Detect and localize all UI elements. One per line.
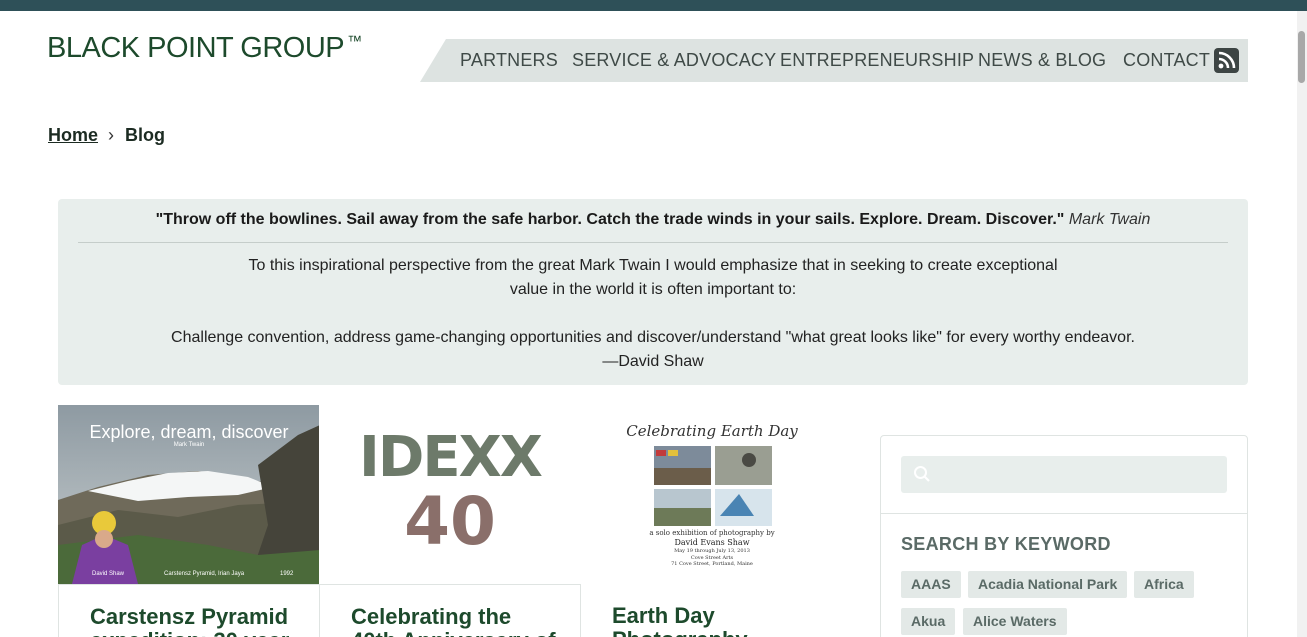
- breadcrumb-home-link[interactable]: Home: [48, 125, 98, 145]
- tag-aaas[interactable]: AAAS: [901, 571, 961, 598]
- quote-signature: —David Shaw: [602, 353, 704, 370]
- nav-service-advocacy[interactable]: SERVICE & ADVOCACY: [572, 50, 776, 71]
- sidebar: SEARCH BY KEYWORD AAAS Acadia National P…: [880, 435, 1248, 637]
- search-section: [881, 436, 1247, 514]
- breadcrumb-current: Blog: [125, 125, 166, 145]
- nav-partners[interactable]: PARTNERS: [460, 50, 558, 71]
- card-image-overlay-text: Explore, dream, discover: [89, 422, 289, 442]
- idexx-word: IDEXX: [359, 425, 543, 490]
- breadcrumb: Home › Blog: [48, 125, 165, 146]
- card-title[interactable]: Earth DayPhotography: [612, 604, 842, 637]
- scrollbar-thumb[interactable]: [1298, 31, 1305, 83]
- card-body: Earth DayPhotography: [581, 584, 843, 637]
- card-image-mountain[interactable]: Explore, dream, discover Mark Twain Davi…: [58, 405, 320, 584]
- tag-akua[interactable]: Akua: [901, 608, 956, 635]
- tag-acadia-national-park[interactable]: Acadia National Park: [968, 571, 1128, 598]
- card-image-earth-day[interactable]: Celebrating Earth Day a solo exhibition …: [581, 405, 843, 584]
- quote-box: "Throw off the bowlines. Sail away from …: [58, 199, 1248, 385]
- nav-entrepreneurship[interactable]: ENTREPRENEURSHIP: [780, 50, 974, 71]
- blog-card-earth-day[interactable]: Celebrating Earth Day a solo exhibition …: [581, 405, 843, 637]
- card-body: Carstensz Pyramidexpedition: 30 year: [58, 584, 320, 637]
- quote-line: "Throw off the bowlines. Sail away from …: [58, 211, 1248, 229]
- idexx-number: 40: [404, 483, 496, 560]
- breadcrumb-separator: ›: [108, 125, 115, 145]
- site-logo[interactable]: BLACK POINT GROUP ™: [47, 32, 362, 65]
- search-input[interactable]: [901, 456, 1227, 493]
- quote-paragraph-2: Challenge convention, address game-chang…: [171, 329, 1135, 346]
- quote-divider: [78, 242, 1228, 243]
- page-scrollbar[interactable]: [1297, 11, 1307, 637]
- card-title[interactable]: Carstensz Pyramidexpedition: 30 year: [90, 605, 320, 637]
- quote-paragraph-1a: To this inspirational perspective from t…: [248, 257, 1058, 274]
- card-image-caption-mid: Carstensz Pyramid, Irian Jaya: [164, 571, 245, 577]
- earth-day-poster-line1: a solo exhibition of photography by: [649, 529, 775, 537]
- rss-icon[interactable]: [1214, 48, 1239, 73]
- tag-alice-waters[interactable]: Alice Waters: [963, 608, 1067, 635]
- main-nav: PARTNERS SERVICE & ADVOCACY ENTREPRENEUR…: [420, 39, 1248, 82]
- quote-paragraph-1b: value in the world it is often important…: [509, 281, 797, 298]
- earth-day-poster-line2: David Evans Shaw: [674, 538, 750, 547]
- quote-text: "Throw off the bowlines. Sail away from …: [155, 211, 1065, 228]
- card-title[interactable]: Celebrating the40th Anniversary of: [351, 605, 581, 637]
- earth-day-poster-line3: May 19 through July 13, 2013: [674, 548, 750, 554]
- card-image-caption-right: 1992: [280, 571, 294, 577]
- card-body: Celebrating the40th Anniversary of: [319, 584, 581, 637]
- nav-news-blog[interactable]: NEWS & BLOG: [978, 50, 1106, 71]
- blog-card-carstensz[interactable]: Explore, dream, discover Mark Twain Davi…: [58, 405, 320, 637]
- search-icon[interactable]: [913, 465, 931, 488]
- card-image-idexx[interactable]: IDEXX 40: [319, 405, 581, 584]
- top-bar: [0, 0, 1307, 11]
- card-image-caption-left: David Shaw: [92, 571, 125, 577]
- blog-card-idexx[interactable]: IDEXX 40 Celebrating the40th Anniversary…: [319, 405, 581, 637]
- card-image-overlay-subtext: Mark Twain: [173, 442, 205, 448]
- quote-author: Mark Twain: [1068, 211, 1151, 228]
- keyword-heading: SEARCH BY KEYWORD: [901, 534, 1111, 554]
- tag-africa[interactable]: Africa: [1134, 571, 1194, 598]
- nav-contact[interactable]: CONTACT: [1123, 50, 1210, 71]
- earth-day-poster-title: Celebrating Earth Day: [626, 422, 798, 440]
- earth-day-poster-line5: 71 Cove Street, Portland, Maine: [671, 561, 753, 567]
